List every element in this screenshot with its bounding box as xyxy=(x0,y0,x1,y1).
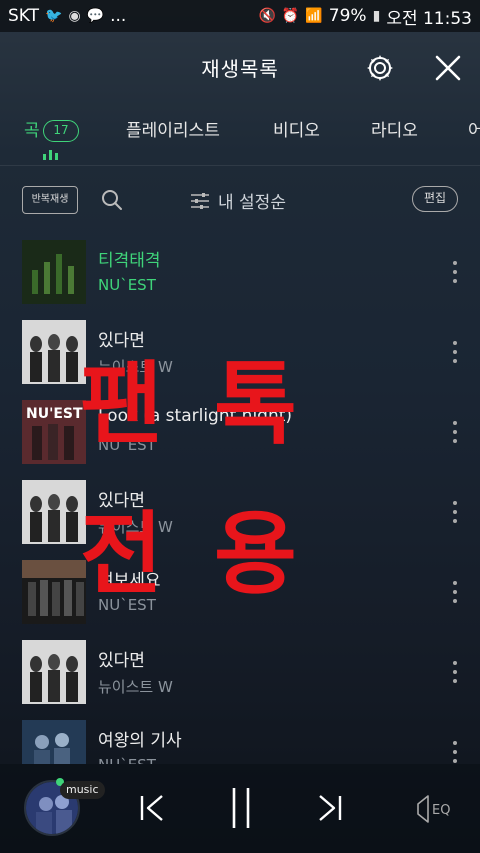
list-item[interactable]: 여왕의 기사 NU`EST xyxy=(0,712,480,764)
tab-overflow[interactable]: 어 xyxy=(468,116,480,141)
song-artist: 뉴이스트 W xyxy=(98,678,173,696)
battery-percent: 79% xyxy=(328,6,367,26)
more-options-icon[interactable] xyxy=(448,258,462,286)
mini-player: music EQ xyxy=(0,764,480,853)
more-options-icon[interactable] xyxy=(448,578,462,606)
next-icon[interactable] xyxy=(314,792,344,824)
tab-radio[interactable]: 라디오 xyxy=(371,116,418,141)
page-title: 재생목록 xyxy=(201,56,279,81)
gear-icon[interactable] xyxy=(364,52,396,84)
more-options-icon[interactable] xyxy=(448,498,462,526)
tab-videos[interactable]: 비디오 xyxy=(273,116,320,141)
alarm-icon: ⏰ xyxy=(281,8,300,24)
battery-icon: ▮ xyxy=(372,8,381,24)
album-cover xyxy=(22,240,86,304)
tab-songs[interactable]: 곡 xyxy=(24,116,40,141)
mute-icon: 🔇 xyxy=(258,8,276,24)
watermark-char: 전 xyxy=(80,502,163,607)
album-cover xyxy=(22,480,86,544)
talk-icon: 💬 xyxy=(86,8,105,24)
album-cover xyxy=(22,320,86,384)
list-item[interactable]: 티격태격 NU`EST xyxy=(0,232,480,312)
carrier-label: SKT xyxy=(8,6,40,26)
album-cover xyxy=(22,720,86,764)
equalizer-icon[interactable]: EQ xyxy=(414,792,458,826)
song-title: 여왕의 기사 xyxy=(98,731,182,751)
song-title: 있다면 xyxy=(98,331,145,351)
clock: 오전 11:53 xyxy=(386,8,472,29)
kakao-icon: ◉ xyxy=(68,8,81,24)
more-options-icon[interactable] xyxy=(448,738,462,764)
status-bar: SKT 🐦 ◉ 💬 ... 🔇 ⏰ 📶 79% ▮ 오전 11:53 xyxy=(0,0,480,32)
pause-icon[interactable] xyxy=(226,786,256,830)
sort-label: 내 설정순 xyxy=(218,193,286,213)
now-playing-eq-icon xyxy=(43,150,58,160)
title-bar: 재생목록 xyxy=(0,32,480,102)
tab-playlists[interactable]: 플레이리스트 xyxy=(126,116,220,141)
sliders-icon xyxy=(191,192,209,209)
repeat-button[interactable]: 반복재생 xyxy=(22,186,78,214)
more-options-icon[interactable] xyxy=(448,338,462,366)
edit-button[interactable]: 편집 xyxy=(412,186,458,212)
song-title: 있다면 xyxy=(98,651,145,671)
song-count-badge: 17 xyxy=(43,120,79,142)
more-notifications: ... xyxy=(110,6,127,26)
more-options-icon[interactable] xyxy=(448,418,462,446)
svg-text:NU'EST: NU'EST xyxy=(26,406,83,422)
sort-selector[interactable]: 내 설정순 xyxy=(190,188,286,213)
album-cover xyxy=(22,640,86,704)
song-list: 티격태격 NU`EST 있다면 뉴이스트 W NU'EST Look (a st… xyxy=(0,232,480,764)
wifi-icon: 📶 xyxy=(305,8,323,24)
song-title: 티격태격 xyxy=(98,251,161,271)
song-artist: NU`EST xyxy=(98,756,156,764)
more-options-icon[interactable] xyxy=(448,658,462,686)
previous-icon[interactable] xyxy=(138,792,168,824)
watermark-char: 톡 xyxy=(214,352,297,457)
watermark-char: 용 xyxy=(214,502,297,607)
list-toolbar: 반복재생 내 설정순 편집 xyxy=(0,166,480,232)
watermark-char: 팬 xyxy=(80,352,163,457)
album-cover xyxy=(22,560,86,624)
svg-text:EQ: EQ xyxy=(432,803,450,818)
twitter-icon: 🐦 xyxy=(45,8,63,24)
list-item[interactable]: 있다면 뉴이스트 W xyxy=(0,632,480,712)
song-artist: NU`EST xyxy=(98,276,156,294)
search-icon[interactable] xyxy=(100,188,124,212)
album-cover: NU'EST xyxy=(22,400,86,464)
close-icon[interactable] xyxy=(432,52,464,84)
music-badge: music xyxy=(60,781,105,799)
